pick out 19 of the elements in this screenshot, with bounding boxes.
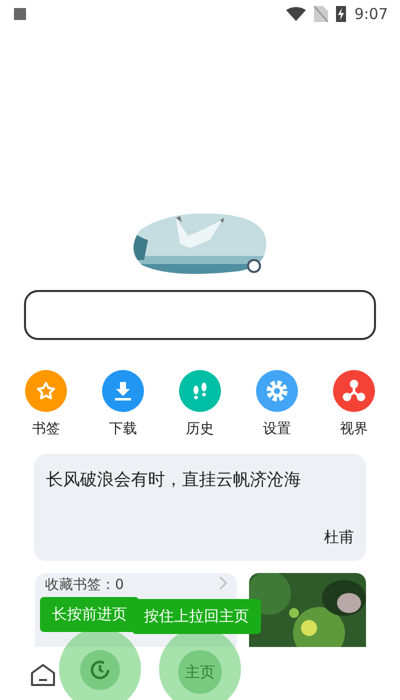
shortcut-button[interactable]: 书签: [16, 370, 76, 438]
bookmarks-count: 收藏书签：0: [45, 576, 124, 594]
history-button[interactable]: [80, 650, 120, 690]
quote-author: 杜甫: [324, 528, 354, 547]
quote-text: 长风破浪会有时，直挂云帆济沧海: [46, 469, 302, 491]
home-icon[interactable]: [30, 663, 56, 687]
tooltip: 按住上拉回主页: [132, 599, 261, 634]
shortcut-button[interactable]: 设置: [247, 370, 307, 438]
wifi-icon: [286, 7, 306, 21]
shortcut-button[interactable]: 视界: [324, 370, 384, 438]
chevron-icon: [219, 576, 227, 590]
no-sim-icon: [314, 6, 328, 22]
search-field[interactable]: [24, 290, 376, 340]
status-time: 9:07: [354, 5, 388, 23]
tooltip: 长按前进页: [40, 597, 139, 632]
shortcut-button[interactable]: 下载: [93, 370, 153, 438]
battery-icon: [336, 6, 346, 22]
shortcut-button[interactable]: 历史: [170, 370, 230, 438]
clock-icon: [89, 659, 111, 681]
